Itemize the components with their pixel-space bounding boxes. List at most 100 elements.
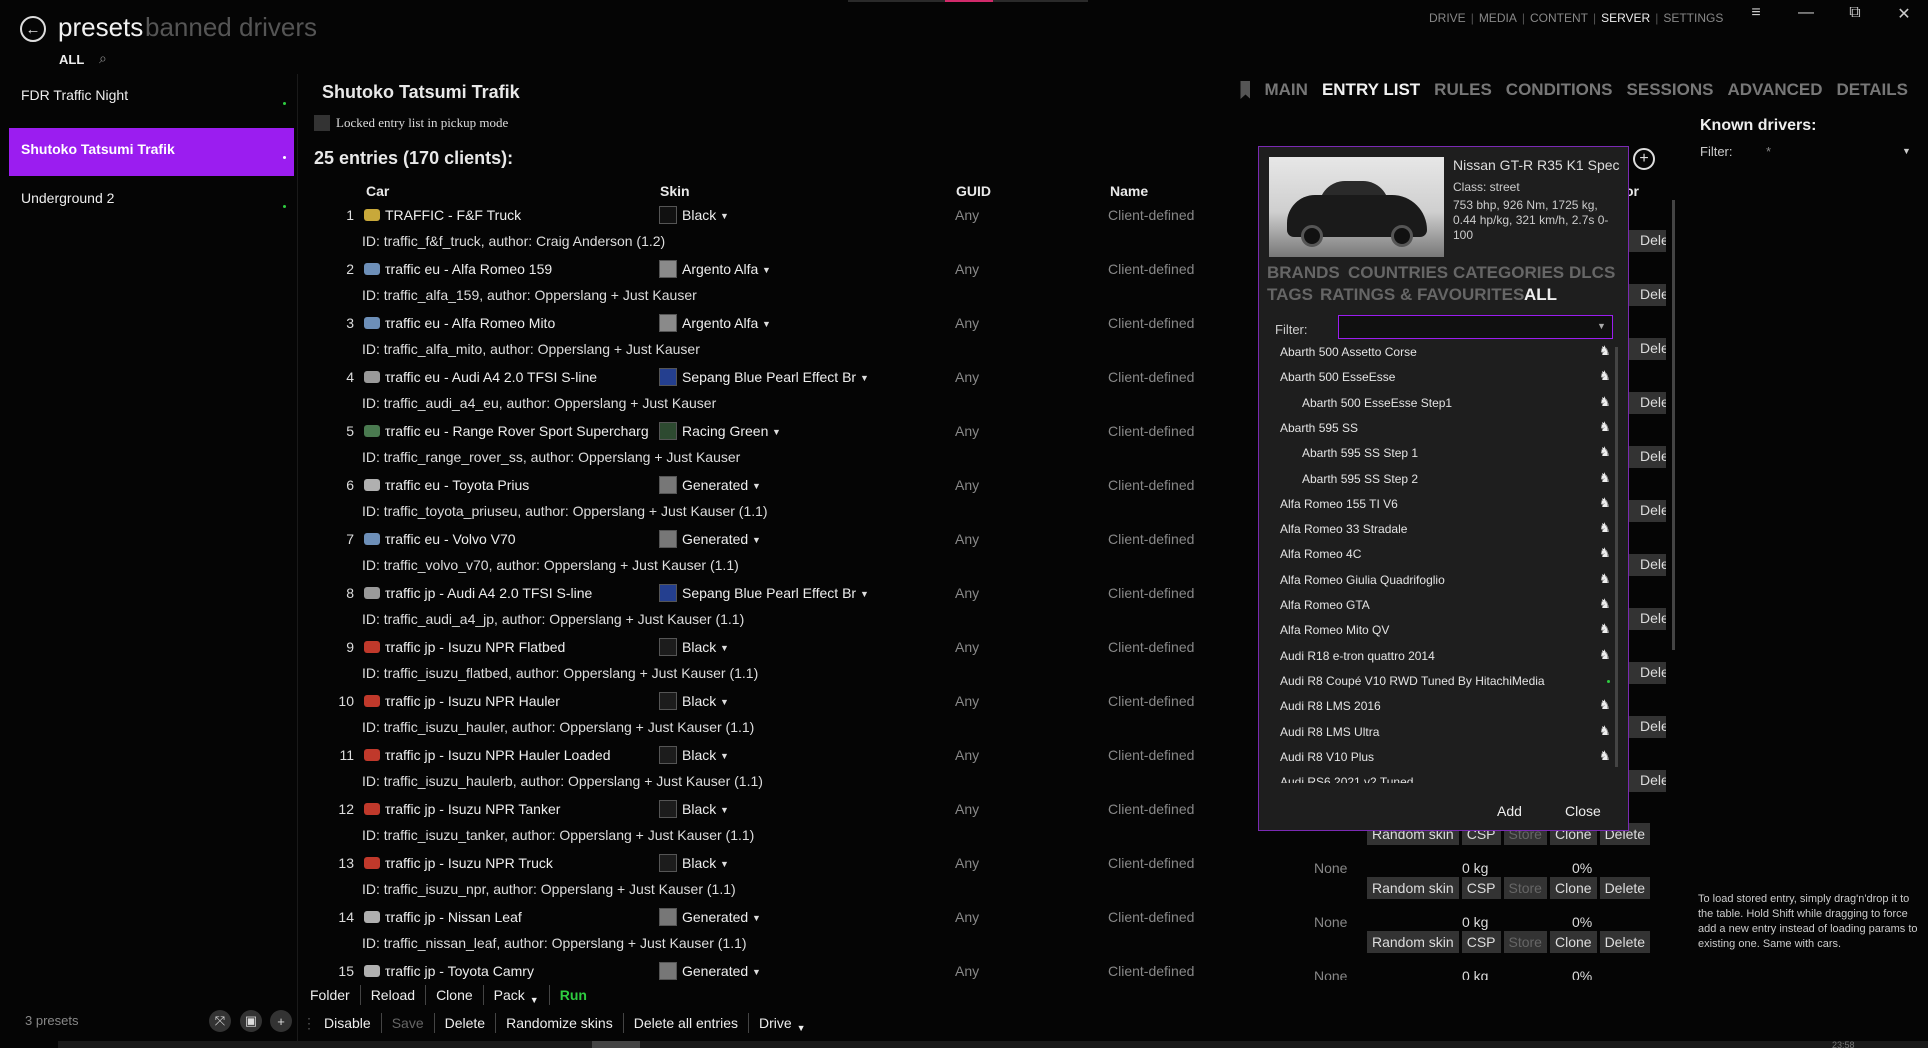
random-skin-button[interactable]: Random skin — [1367, 931, 1459, 953]
popup-filter-input[interactable] — [1338, 315, 1613, 339]
car-list-item[interactable]: Audi R18 e-tron quattro 2014 — [1280, 649, 1435, 663]
entry-setting-none[interactable]: None — [1314, 914, 1347, 930]
guid-field[interactable]: Any — [955, 909, 979, 925]
disable-button[interactable]: Disable — [324, 1015, 371, 1031]
category-ratings-favourites[interactable]: RATINGS & FAVOURITES — [1320, 285, 1524, 305]
chevron-down-icon[interactable]: ▼ — [720, 643, 729, 653]
driver-name-field[interactable]: Client-defined — [1108, 693, 1194, 709]
skin-selector[interactable]: Black — [682, 207, 716, 223]
restrictor-value[interactable]: 0% — [1572, 968, 1592, 980]
chevron-down-icon[interactable]: ▼ — [752, 481, 761, 491]
car-name[interactable]: τraffic jp - Isuzu NPR Hauler — [385, 693, 650, 709]
car-name[interactable]: τraffic eu - Alfa Romeo 159 — [385, 261, 650, 277]
chevron-down-icon[interactable]: ▼ — [752, 967, 761, 977]
chevron-down-icon[interactable]: ▼ — [752, 913, 761, 923]
delete-entry-button[interactable]: Delete — [1599, 931, 1651, 953]
category-categories[interactable]: CATEGORIES — [1453, 263, 1564, 283]
driver-name-field[interactable]: Client-defined — [1108, 315, 1194, 331]
entry-setting-none[interactable]: None — [1314, 860, 1347, 876]
save-button[interactable]: Save — [392, 1015, 424, 1031]
category-brands[interactable]: BRANDS — [1267, 263, 1340, 283]
skin-selector[interactable]: Sepang Blue Pearl Effect Br — [682, 585, 856, 601]
ballast-value[interactable]: 0 kg — [1462, 860, 1488, 876]
chevron-down-icon[interactable]: ▼ — [720, 211, 729, 221]
car-list-item[interactable]: Alfa Romeo Mito QV — [1280, 623, 1389, 637]
skin-selector[interactable]: Black — [682, 639, 716, 655]
delete-entry-button[interactable]: Delete — [1626, 554, 1666, 576]
car-list-item[interactable]: Alfa Romeo GTA — [1280, 598, 1370, 612]
skin-selector[interactable]: Generated — [682, 477, 748, 493]
car-name[interactable]: τraffic jp - Isuzu NPR Hauler Loaded — [385, 747, 650, 763]
car-name[interactable]: τraffic eu - Toyota Prius — [385, 477, 650, 493]
car-list-item[interactable]: Abarth 595 SS Step 1 — [1302, 446, 1418, 460]
skin-selector[interactable]: Racing Green — [682, 423, 768, 439]
close-popup-button[interactable]: Close — [1565, 803, 1601, 819]
scrollbar-thumb[interactable] — [592, 1041, 640, 1048]
driver-name-field[interactable]: Client-defined — [1108, 639, 1194, 655]
store-button[interactable]: Store — [1503, 877, 1547, 899]
guid-field[interactable]: Any — [955, 639, 979, 655]
car-list-item[interactable]: Abarth 500 EsseEsse Step1 — [1302, 396, 1452, 410]
ballast-value[interactable]: 0 kg — [1462, 914, 1488, 930]
driver-name-field[interactable]: Client-defined — [1108, 801, 1194, 817]
car-list-item[interactable]: Alfa Romeo 4C — [1280, 547, 1361, 561]
chevron-down-icon[interactable]: ▼ — [720, 697, 729, 707]
car-list-item[interactable]: Abarth 500 EsseEsse — [1280, 370, 1395, 384]
guid-field[interactable]: Any — [955, 477, 979, 493]
skin-selector[interactable]: Generated — [682, 909, 748, 925]
guid-field[interactable]: Any — [955, 207, 979, 223]
guid-field[interactable]: Any — [955, 855, 979, 871]
skin-selector[interactable]: Generated — [682, 531, 748, 547]
csp-button[interactable]: CSP — [1461, 877, 1501, 899]
plus-circle-icon[interactable]: + — [1633, 148, 1655, 170]
car-name[interactable]: τraffic jp - Nissan Leaf — [385, 909, 650, 925]
store-button[interactable]: Store — [1503, 931, 1547, 953]
shuffle-icon[interactable]: ⤧ — [209, 1010, 231, 1032]
horizontal-scrollbar[interactable] — [58, 1041, 1928, 1048]
delete-entry-button[interactable]: Delete — [1626, 446, 1666, 468]
delete-entry-button[interactable]: Delete — [1626, 716, 1666, 738]
car-name[interactable]: τraffic eu - Alfa Romeo Mito — [385, 315, 650, 331]
chevron-down-icon[interactable]: ▼ — [762, 265, 771, 275]
run-button[interactable]: Run — [560, 987, 587, 1003]
delete-entry-button[interactable]: Delete — [1626, 662, 1666, 684]
delete-entry-button[interactable]: Delete — [1626, 392, 1666, 414]
skin-selector[interactable]: Black — [682, 855, 716, 871]
chevron-down-icon[interactable]: ▼ — [720, 805, 729, 815]
ballast-value[interactable]: 0 kg — [1462, 968, 1488, 980]
pack-button[interactable]: Pack — [494, 987, 525, 1003]
car-list-item[interactable]: Alfa Romeo Giulia Quadrifoglio — [1280, 573, 1445, 587]
add-preset-icon[interactable]: + — [270, 1010, 292, 1032]
restrictor-value[interactable]: 0% — [1572, 914, 1592, 930]
guid-field[interactable]: Any — [955, 693, 979, 709]
skin-selector[interactable]: Black — [682, 801, 716, 817]
car-name[interactable]: τraffic jp - Audi A4 2.0 TFSI S-line — [385, 585, 650, 601]
guid-field[interactable]: Any — [955, 369, 979, 385]
car-name[interactable]: τraffic jp - Isuzu NPR Flatbed — [385, 639, 650, 655]
folder-button[interactable]: Folder — [310, 987, 350, 1003]
car-name[interactable]: τraffic eu - Volvo V70 — [385, 531, 650, 547]
driver-name-field[interactable]: Client-defined — [1108, 585, 1194, 601]
drive-button[interactable]: Drive — [759, 1015, 792, 1031]
car-list-item[interactable]: Alfa Romeo 155 TI V6 — [1280, 497, 1398, 511]
known-drivers-filter-input[interactable]: * — [1766, 144, 1771, 159]
restrictor-value[interactable]: 0% — [1572, 860, 1592, 876]
delete-entry-button[interactable]: Delete — [1626, 608, 1666, 630]
reload-button[interactable]: Reload — [371, 987, 415, 1003]
save-icon[interactable]: ▣ — [240, 1010, 262, 1032]
guid-field[interactable]: Any — [955, 261, 979, 277]
chevron-down-icon[interactable]: ▼ — [860, 589, 869, 599]
category-dlcs[interactable]: DLCS — [1569, 263, 1615, 283]
delete-entry-button[interactable]: Delete — [1599, 877, 1651, 899]
driver-name-field[interactable]: Client-defined — [1108, 369, 1194, 385]
car-list-item[interactable]: Alfa Romeo 33 Stradale — [1280, 522, 1407, 536]
skin-selector[interactable]: Black — [682, 693, 716, 709]
driver-name-field[interactable]: Client-defined — [1108, 531, 1194, 547]
randomize-skins-button[interactable]: Randomize skins — [506, 1015, 613, 1031]
car-list-item[interactable]: Audi R8 V10 Plus — [1280, 750, 1374, 764]
category-tags[interactable]: TAGS — [1267, 285, 1313, 305]
skin-selector[interactable]: Black — [682, 747, 716, 763]
delete-entry-button[interactable]: Delete — [1626, 338, 1666, 360]
driver-name-field[interactable]: Client-defined — [1108, 207, 1194, 223]
delete-entry-button[interactable]: Delete — [1626, 230, 1666, 252]
